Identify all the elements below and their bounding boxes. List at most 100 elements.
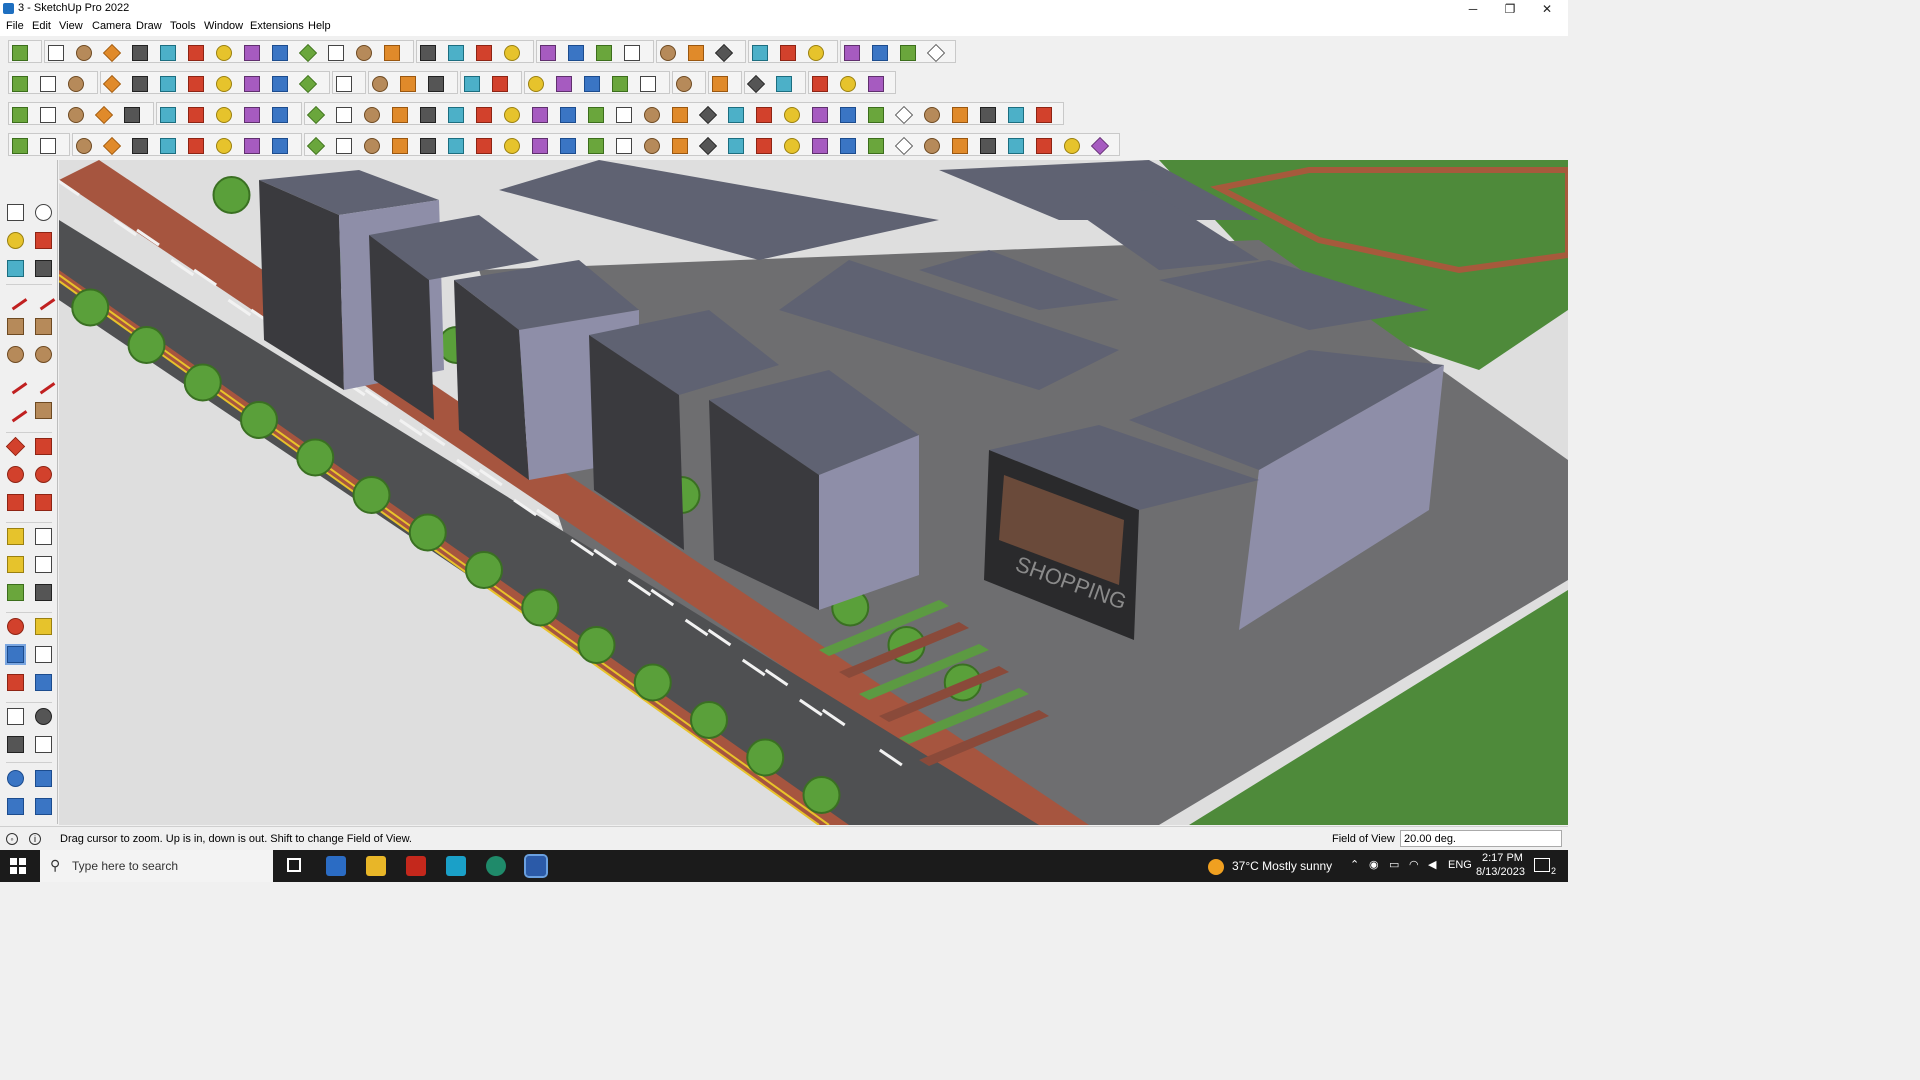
tag-icon[interactable] [7,260,24,277]
cube-xray-icon[interactable] [68,76,84,92]
rotate-icon[interactable] [272,45,288,61]
minimize-button[interactable]: ─ [1455,0,1491,18]
axis-move-icon[interactable] [244,76,260,92]
house-icon[interactable] [612,76,628,92]
axis-move-icon[interactable] [272,76,288,92]
menu-draw[interactable]: Draw [136,20,162,32]
plane-icon[interactable] [372,76,388,92]
box-icon[interactable] [784,138,800,154]
weather-text[interactable]: 37°C Mostly sunny [1232,859,1332,873]
move-icon[interactable] [244,45,260,61]
eraser-icon[interactable] [76,45,92,61]
gear-icon[interactable] [840,107,856,123]
components-icon[interactable] [596,45,612,61]
pipe-icon[interactable] [188,138,204,154]
stone-icon[interactable] [868,76,884,92]
x-icon[interactable] [980,107,996,123]
loop-icon[interactable] [560,107,576,123]
zoom-icon[interactable] [12,45,28,61]
measurements-box[interactable]: 20.00 deg. [1400,830,1562,847]
file-explorer-icon[interactable] [366,856,386,876]
stair-icon[interactable] [616,138,632,154]
send-to-layout-icon[interactable] [752,45,768,61]
freehand-icon[interactable] [31,286,56,311]
link-icon[interactable] [336,107,352,123]
menu-help[interactable]: Help [308,20,331,32]
window-icon[interactable] [868,107,884,123]
grid-icon[interactable] [952,107,968,123]
acrobat-app-icon[interactable] [406,856,426,876]
paint-bucket-icon[interactable] [384,45,400,61]
volume-icon[interactable]: ◀ [1428,858,1436,871]
face-icon[interactable] [12,107,28,123]
menu-edit[interactable]: Edit [32,20,51,32]
pan-icon[interactable] [35,618,52,635]
geolocation-icon[interactable]: ◦ [6,833,18,845]
plane-icon[interactable] [160,107,176,123]
maps-app-icon[interactable] [446,856,466,876]
weather-icon[interactable] [1208,859,1224,875]
square-icon[interactable] [216,107,232,123]
axis-move-icon[interactable] [216,76,232,92]
paint-bucket-icon[interactable] [7,232,24,249]
grid-icon[interactable] [924,107,940,123]
two-point-arc-icon[interactable] [31,370,56,395]
cube-icon[interactable] [812,107,828,123]
list-icon[interactable] [244,107,260,123]
axis-move-icon[interactable] [188,76,204,92]
nodes-icon[interactable] [392,107,408,123]
scale-icon[interactable] [7,494,24,511]
bend-icon[interactable] [272,138,288,154]
clock-time[interactable]: 2:17 PM [1482,852,1523,864]
follow-me-icon[interactable] [35,466,52,483]
chevron-up-icon[interactable]: ⌃ [1350,858,1359,871]
calculator-app-icon[interactable] [326,856,346,876]
materials-icon[interactable] [624,45,640,61]
column-icon[interactable] [868,138,884,154]
pie-icon[interactable] [35,402,52,419]
walk-icon[interactable] [7,736,24,753]
orbit-icon[interactable] [7,618,24,635]
zoom-extents-icon[interactable] [7,674,24,691]
user-icon[interactable] [660,45,676,61]
axes-icon[interactable] [7,584,24,601]
clock-date[interactable]: 8/13/2023 [1476,866,1525,878]
cross-icon[interactable] [420,107,436,123]
menu-camera[interactable]: Camera [92,20,131,32]
arc-icon[interactable] [3,370,28,395]
offset-icon[interactable] [35,494,52,511]
text-icon[interactable] [35,556,52,573]
path-icon[interactable] [12,138,28,154]
undo-icon[interactable] [872,45,888,61]
menu-file[interactable]: File [6,20,24,32]
sphere-icon[interactable] [132,138,148,154]
styles-icon[interactable] [7,770,24,787]
terrain-icon[interactable] [464,76,480,92]
line-icon[interactable] [364,107,380,123]
house-icon[interactable] [640,76,656,92]
select-icon[interactable] [48,45,64,61]
menu-window[interactable]: Window [204,20,243,32]
gear-icon[interactable] [1008,138,1024,154]
taskbar-search-box[interactable]: ⚲ Type here to search [40,850,273,882]
rotated-rectangle-icon[interactable] [35,318,52,335]
axis-move-icon[interactable] [160,76,176,92]
star-icon[interactable] [644,107,660,123]
wifi-icon[interactable]: ◠ [1409,858,1419,871]
dimension-icon[interactable] [35,528,52,545]
flip-icon[interactable] [780,45,796,61]
fence-icon[interactable] [476,138,492,154]
tube-icon[interactable] [336,76,352,92]
rectangle-icon[interactable] [7,318,24,335]
language-indicator[interactable]: ENG [1448,859,1472,871]
box-icon[interactable] [12,76,28,92]
section-plane-icon[interactable] [844,45,860,61]
three-point-arc-icon[interactable] [3,398,28,423]
wall-icon[interactable] [840,138,856,154]
curve-icon[interactable] [1008,107,1024,123]
zoom-window-icon[interactable] [476,45,492,61]
ramp-icon[interactable] [672,138,688,154]
eraser-icon[interactable] [812,76,828,92]
terrain-icon[interactable] [492,76,508,92]
notifications-icon[interactable] [1534,858,1550,872]
